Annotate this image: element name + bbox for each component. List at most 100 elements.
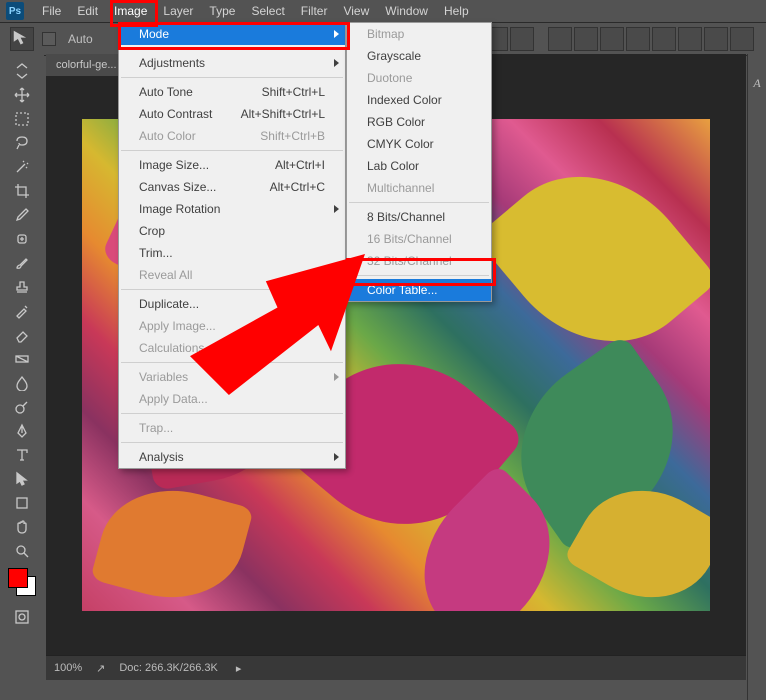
separator [121, 77, 343, 78]
separator [121, 289, 343, 290]
menu-item-apply-data[interactable]: Apply Data... [119, 388, 345, 410]
menu-item-duotone[interactable]: Duotone [347, 67, 491, 89]
type-tool[interactable] [9, 444, 35, 466]
eraser-tool[interactable] [9, 324, 35, 346]
menu-filter[interactable]: Filter [293, 0, 336, 22]
ps-logo: Ps [6, 2, 24, 20]
align-icon[interactable] [510, 27, 534, 51]
menu-item-duplicate[interactable]: Duplicate... [119, 293, 345, 315]
right-panel-collapsed[interactable]: A [747, 54, 766, 700]
submenu-arrow-icon [334, 205, 339, 213]
menu-type[interactable]: Type [201, 0, 243, 22]
distribute-icon[interactable] [574, 27, 598, 51]
pen-tool[interactable] [9, 420, 35, 442]
menu-item-auto-tone[interactable]: Auto ToneShift+Ctrl+L [119, 81, 345, 103]
menu-item-analysis[interactable]: Analysis [119, 446, 345, 468]
color-swatches[interactable] [8, 568, 36, 596]
menu-item-auto-contrast[interactable]: Auto ContrastAlt+Shift+Ctrl+L [119, 103, 345, 125]
menu-select[interactable]: Select [243, 0, 292, 22]
menu-item-rgb[interactable]: RGB Color [347, 111, 491, 133]
foreground-color-swatch[interactable] [8, 568, 28, 588]
distribute-icon[interactable] [548, 27, 572, 51]
menu-item-indexed[interactable]: Indexed Color [347, 89, 491, 111]
zoom-tool[interactable] [9, 540, 35, 562]
auto-select-checkbox[interactable] [42, 32, 56, 46]
menu-item-multichannel[interactable]: Multichannel [347, 177, 491, 199]
menu-window[interactable]: Window [377, 0, 436, 22]
path-select-tool[interactable] [9, 468, 35, 490]
distribute-icon[interactable] [730, 27, 754, 51]
blur-tool[interactable] [9, 372, 35, 394]
character-panel-icon[interactable]: A [749, 76, 765, 92]
menu-image[interactable]: Image [106, 0, 155, 22]
separator [349, 275, 489, 276]
zoom-level[interactable]: 100% [54, 662, 82, 674]
dodge-tool[interactable] [9, 396, 35, 418]
menu-layer[interactable]: Layer [155, 0, 201, 22]
menu-view[interactable]: View [335, 0, 377, 22]
separator [349, 202, 489, 203]
menu-item-16bit[interactable]: 16 Bits/Channel [347, 228, 491, 250]
chevron-right-icon[interactable]: ▸ [236, 662, 242, 675]
menu-item-trap[interactable]: Trap... [119, 417, 345, 439]
menu-item-apply-image[interactable]: Apply Image... [119, 315, 345, 337]
menu-item-trim[interactable]: Trim... [119, 242, 345, 264]
menu-item-cmyk[interactable]: CMYK Color [347, 133, 491, 155]
separator [121, 150, 343, 151]
quickmask-toggle[interactable] [9, 606, 35, 628]
submenu-arrow-icon [334, 373, 339, 381]
menu-item-canvas-size[interactable]: Canvas Size...Alt+Ctrl+C [119, 176, 345, 198]
menu-help[interactable]: Help [436, 0, 477, 22]
distribute-icon[interactable] [600, 27, 624, 51]
marquee-tool[interactable] [9, 108, 35, 130]
lasso-tool[interactable] [9, 132, 35, 154]
submenu-arrow-icon [334, 59, 339, 67]
stamp-tool[interactable] [9, 276, 35, 298]
shape-tool[interactable] [9, 492, 35, 514]
menu-edit[interactable]: Edit [69, 0, 106, 22]
eyedropper-tool[interactable] [9, 204, 35, 226]
menu-file[interactable]: File [34, 0, 69, 22]
distribute-icon[interactable] [652, 27, 676, 51]
menu-item-grayscale[interactable]: Grayscale [347, 45, 491, 67]
gradient-tool[interactable] [9, 348, 35, 370]
move-tool-icon[interactable] [10, 27, 34, 51]
menu-item-reveal-all[interactable]: Reveal All [119, 264, 345, 286]
menu-item-image-size[interactable]: Image Size...Alt+Ctrl+I [119, 154, 345, 176]
menu-item-calculations[interactable]: Calculations... [119, 337, 345, 359]
menu-item-color-table[interactable]: Color Table... [347, 279, 491, 301]
doc-info: Doc: 266.3K/266.3K [119, 662, 217, 674]
separator [121, 362, 343, 363]
hand-tool[interactable] [9, 516, 35, 538]
distribute-icon[interactable] [626, 27, 650, 51]
status-bar: 100% ↗ Doc: 266.3K/266.3K ▸ [46, 655, 746, 680]
tools-panel [0, 54, 44, 700]
image-menu-dropdown: Mode Adjustments Auto ToneShift+Ctrl+L A… [118, 22, 346, 469]
history-brush-tool[interactable] [9, 300, 35, 322]
double-arrow-icon[interactable] [9, 60, 35, 82]
healing-tool[interactable] [9, 228, 35, 250]
menu-item-8bit[interactable]: 8 Bits/Channel [347, 206, 491, 228]
wand-tool[interactable] [9, 156, 35, 178]
distribute-icon[interactable] [678, 27, 702, 51]
auto-select-label: Auto [68, 32, 93, 46]
distribute-icon[interactable] [704, 27, 728, 51]
menubar: Ps File Edit Image Layer Type Select Fil… [0, 0, 766, 23]
menu-item-variables[interactable]: Variables [119, 366, 345, 388]
menu-item-crop[interactable]: Crop [119, 220, 345, 242]
move-tool[interactable] [9, 84, 35, 106]
menu-item-lab[interactable]: Lab Color [347, 155, 491, 177]
menu-item-image-rotation[interactable]: Image Rotation [119, 198, 345, 220]
share-icon[interactable]: ↗ [96, 662, 105, 675]
crop-tool[interactable] [9, 180, 35, 202]
menu-item-bitmap[interactable]: Bitmap [347, 23, 491, 45]
menu-item-auto-color[interactable]: Auto ColorShift+Ctrl+B [119, 125, 345, 147]
menu-item-mode[interactable]: Mode [119, 23, 345, 45]
separator [121, 48, 343, 49]
menu-item-32bit[interactable]: 32 Bits/Channel [347, 250, 491, 272]
brush-tool[interactable] [9, 252, 35, 274]
menu-item-adjustments[interactable]: Adjustments [119, 52, 345, 74]
separator [121, 442, 343, 443]
submenu-arrow-icon [334, 30, 339, 38]
separator [121, 413, 343, 414]
